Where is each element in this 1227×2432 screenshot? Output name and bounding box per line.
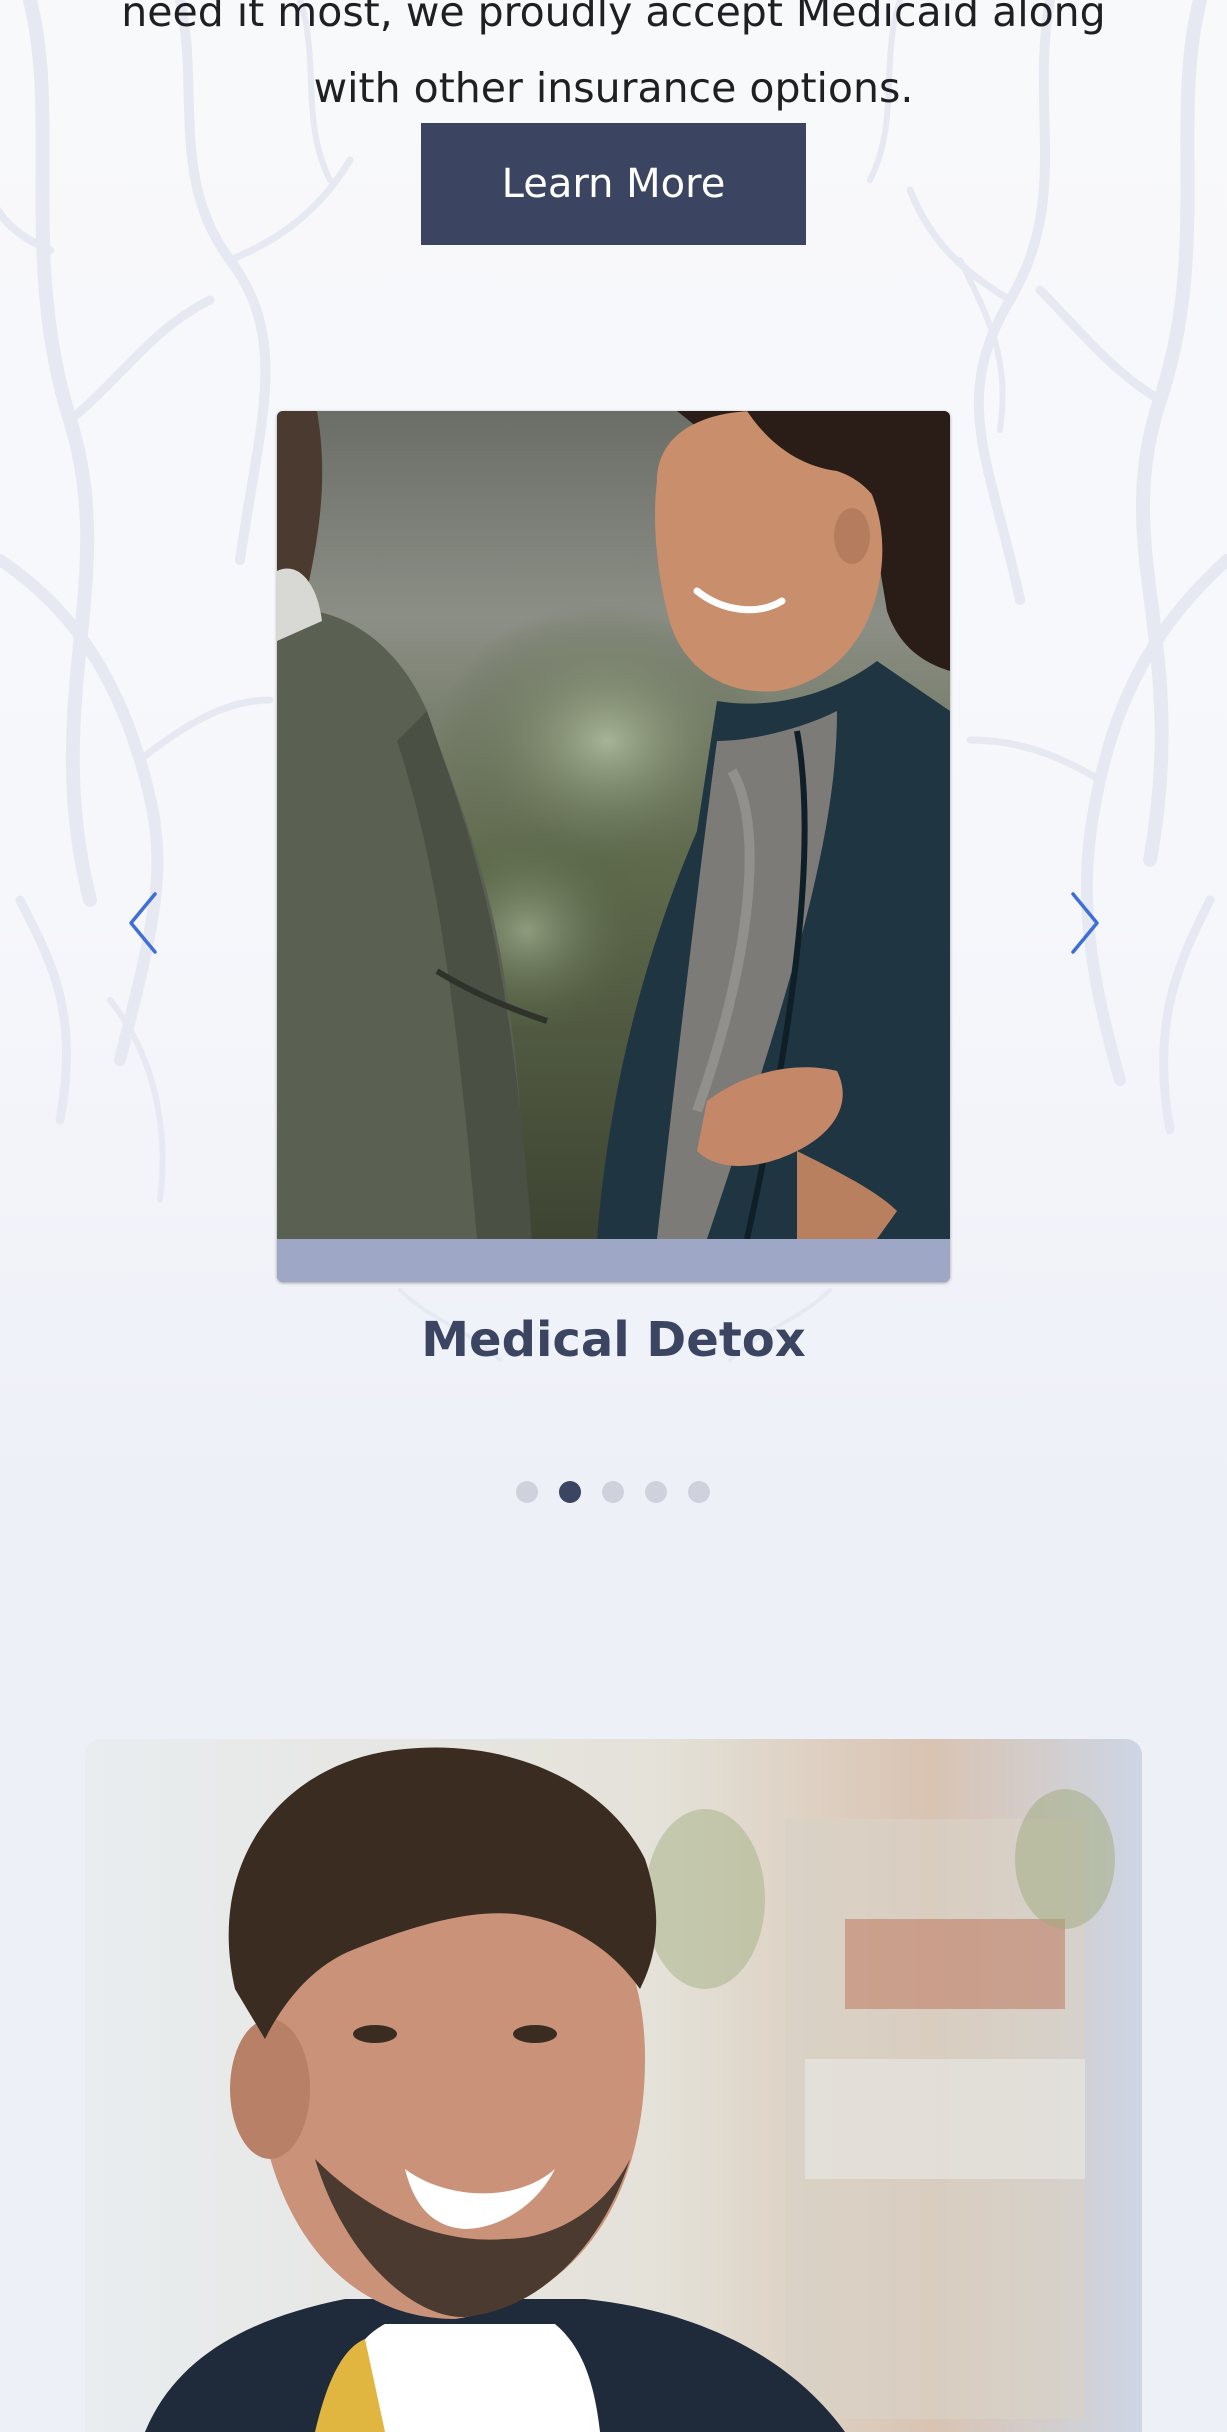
carousel-dot-2[interactable] [559, 1481, 581, 1503]
intro-line-1: need it most, we proudly accept Medicaid… [121, 0, 1106, 36]
learn-more-button[interactable]: Learn More [421, 123, 806, 245]
chevron-right-icon [1071, 892, 1099, 954]
carousel-dot-4[interactable] [645, 1481, 667, 1503]
carousel-pagination [516, 1481, 710, 1505]
intro-paragraph: need it most, we proudly accept Medicaid… [40, 0, 1187, 126]
carousel-prev-button[interactable] [125, 890, 165, 956]
smiling-man-photo [85, 1739, 1142, 2432]
carousel-next-button[interactable] [1063, 890, 1103, 956]
slide-photo [277, 411, 950, 1239]
carousel-dot-1[interactable] [516, 1481, 538, 1503]
intro-line-2: with other insurance options. [313, 64, 914, 112]
carousel-slide[interactable] [277, 411, 950, 1282]
chevron-left-icon [129, 892, 157, 954]
slide-caption-bar [277, 1239, 950, 1282]
slide-title[interactable]: Medical Detox [277, 1312, 950, 1368]
carousel-dot-3[interactable] [602, 1481, 624, 1503]
carousel-dot-5[interactable] [688, 1481, 710, 1503]
feature-image [85, 1739, 1142, 2432]
